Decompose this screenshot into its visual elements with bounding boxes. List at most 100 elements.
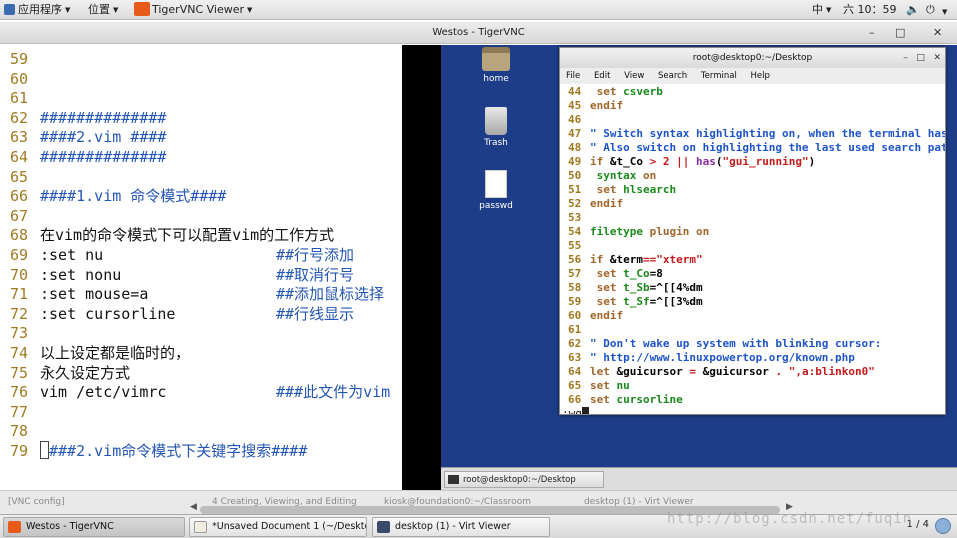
caret-down-icon: ▼: [65, 6, 71, 14]
line-number: 72: [10, 304, 29, 323]
desktop-icon-passwd[interactable]: passwd: [466, 170, 526, 211]
code-line: 56 if &term=="xterm": [568, 253, 703, 266]
line-number: 67: [10, 206, 29, 225]
caret-down-icon: ▼: [247, 6, 253, 14]
line-comment: ##行号添加: [276, 246, 355, 264]
menu-search[interactable]: Search: [658, 71, 687, 81]
editor-line: 59: [10, 49, 40, 69]
line-text: 以上设定都是临时的，: [40, 344, 191, 362]
editor-line: 79 ###2.vim命令模式下关键字搜索####: [10, 441, 307, 461]
tigervnc-logo-icon: [134, 2, 150, 16]
virt-viewer-icon: [377, 521, 390, 533]
line-number: 62: [10, 108, 29, 127]
line-text: ####2.vim ####: [40, 128, 167, 147]
top-panel: 应用程序 ▼ 位置 ▼ TigerVNC Viewer ▼ 中 ▼ 六 10：59 🔈 …: [0, 0, 957, 20]
desktop-icon-trash[interactable]: Trash: [466, 107, 526, 148]
code-line: 63 " http://www.linuxpowertop.org/known.p…: [568, 351, 855, 364]
editor-line: 73: [10, 323, 40, 343]
line-number: 65: [10, 167, 29, 186]
line-comment: ##行线显示: [276, 304, 355, 323]
code-line: 54 filetype plugin on: [568, 225, 710, 238]
editor-line: 69:set nu ##行号添加: [10, 245, 354, 265]
line-text: ##############: [40, 108, 167, 127]
terminal-body[interactable]: 44 set csverb 45 endif 46 47 " Switch synt…: [560, 85, 945, 414]
vnc-window-title: Westos - TigerVNC: [432, 27, 525, 38]
terminal-window[interactable]: root@desktop0:~/Desktop – □ ✕ File Edit …: [559, 47, 946, 415]
editor-line: 61: [10, 88, 40, 108]
minimize-icon[interactable]: –: [869, 22, 875, 44]
line-comment: ##取消行号: [276, 265, 355, 284]
remote-taskbar: root@desktop0:~/Desktop: [441, 467, 957, 490]
active-app-menu[interactable]: TigerVNC Viewer ▼: [134, 2, 252, 18]
line-text: :set mouse=a: [40, 285, 149, 304]
line-number: 69: [10, 246, 29, 264]
text-editor-icon: [194, 521, 207, 533]
line-number: 71: [10, 285, 29, 304]
line-text: 在vim的命令模式下可以配置vim的工作方式: [40, 226, 335, 245]
maximize-icon[interactable]: □: [916, 53, 925, 63]
task-unsaved-document[interactable]: *Unsaved Document 1 (~/Deskto…: [189, 517, 367, 537]
line-text: ##############: [40, 148, 167, 166]
menu-file[interactable]: File: [566, 71, 580, 81]
line-number: 70: [10, 265, 29, 284]
caret-down-icon: ▼: [113, 6, 119, 14]
minimize-icon[interactable]: –: [903, 53, 908, 63]
desktop-icon-home[interactable]: home: [466, 47, 526, 84]
line-number: 60: [10, 69, 29, 88]
workspace-switcher-icon[interactable]: [935, 518, 951, 534]
power-icon[interactable]: ⏻: [926, 3, 935, 17]
applications-menu[interactable]: 应用程序 ▼: [4, 2, 70, 18]
applications-icon: [4, 4, 15, 15]
input-method-indicator[interactable]: 中 ▼: [812, 2, 831, 18]
editor-line: 63 ####2.vim ####: [10, 127, 166, 147]
home-folder-icon: [482, 47, 510, 71]
code-line: 49 if &t_Co > 2 || has("gui_running"): [568, 155, 816, 168]
text-cursor: [581, 407, 589, 414]
line-text: :set nonu: [40, 265, 122, 284]
line-number: 74: [10, 344, 29, 362]
editor-line: 75 永久设定方式: [10, 363, 130, 383]
editor-line: 70 :set nonu ##取消行号: [10, 265, 354, 285]
menu-edit[interactable]: Edit: [594, 71, 610, 81]
task-westos-tigervnc[interactable]: Westos - TigerVNC: [3, 517, 185, 537]
vnc-window-titlebar: Westos - TigerVNC – □ ✕: [0, 22, 957, 44]
editor-line: 68 在vim的命令模式下可以配置vim的工作方式: [10, 225, 334, 245]
code-line: 44 set csverb: [568, 85, 663, 98]
places-menu[interactable]: 位置 ▼: [88, 2, 118, 18]
code-line: 58 set t_Sb=^[[4%dm: [568, 281, 703, 294]
code-line: 55: [568, 239, 582, 252]
local-vim-editor[interactable]: 59 60 61 62 ############## 63 ####2.vim #### 64…: [0, 45, 402, 490]
menu-help[interactable]: Help: [751, 71, 770, 81]
maximize-icon[interactable]: □: [895, 22, 905, 44]
clock[interactable]: 六 10：59: [843, 2, 897, 18]
vim-command-line[interactable]: :wq: [562, 407, 589, 414]
line-number: 64: [10, 148, 29, 166]
menu-terminal[interactable]: Terminal: [701, 71, 737, 81]
menu-view[interactable]: View: [624, 71, 644, 81]
volume-icon[interactable]: 🔈: [906, 3, 920, 17]
close-icon[interactable]: ✕: [933, 22, 942, 44]
editor-line: 77: [10, 402, 40, 422]
line-number: 66: [10, 187, 29, 206]
line-number: 73: [10, 324, 29, 343]
editor-line: 71:set mouse=a ##添加鼠标选择: [10, 284, 384, 304]
close-icon[interactable]: ✕: [933, 53, 941, 63]
code-line: 45 endif: [568, 99, 624, 112]
line-number: 76: [10, 383, 29, 402]
code-line: 66 set cursorline: [568, 393, 683, 406]
line-number: 63: [10, 128, 29, 147]
line-comment: ###此文件为vim: [276, 383, 391, 402]
code-line: 52 endif: [568, 197, 624, 210]
remote-task-terminal[interactable]: root@desktop0:~/Desktop: [444, 471, 604, 488]
line-text: 永久设定方式: [40, 363, 131, 382]
line-number: 77: [10, 402, 29, 421]
task-virt-viewer[interactable]: desktop (1) - Virt Viewer: [372, 517, 550, 537]
scroll-left-icon[interactable]: ◀: [190, 502, 197, 512]
editor-line: 64 ##############: [10, 147, 166, 167]
power-menu-caret-icon[interactable]: ▼: [942, 5, 947, 19]
editor-line: 76 vim /etc/vimrc ###此文件为vim: [10, 382, 390, 402]
editor-line: 78: [10, 421, 40, 441]
line-number: 61: [10, 89, 29, 108]
editor-line: 67: [10, 206, 40, 226]
editor-line: 65: [10, 167, 40, 187]
